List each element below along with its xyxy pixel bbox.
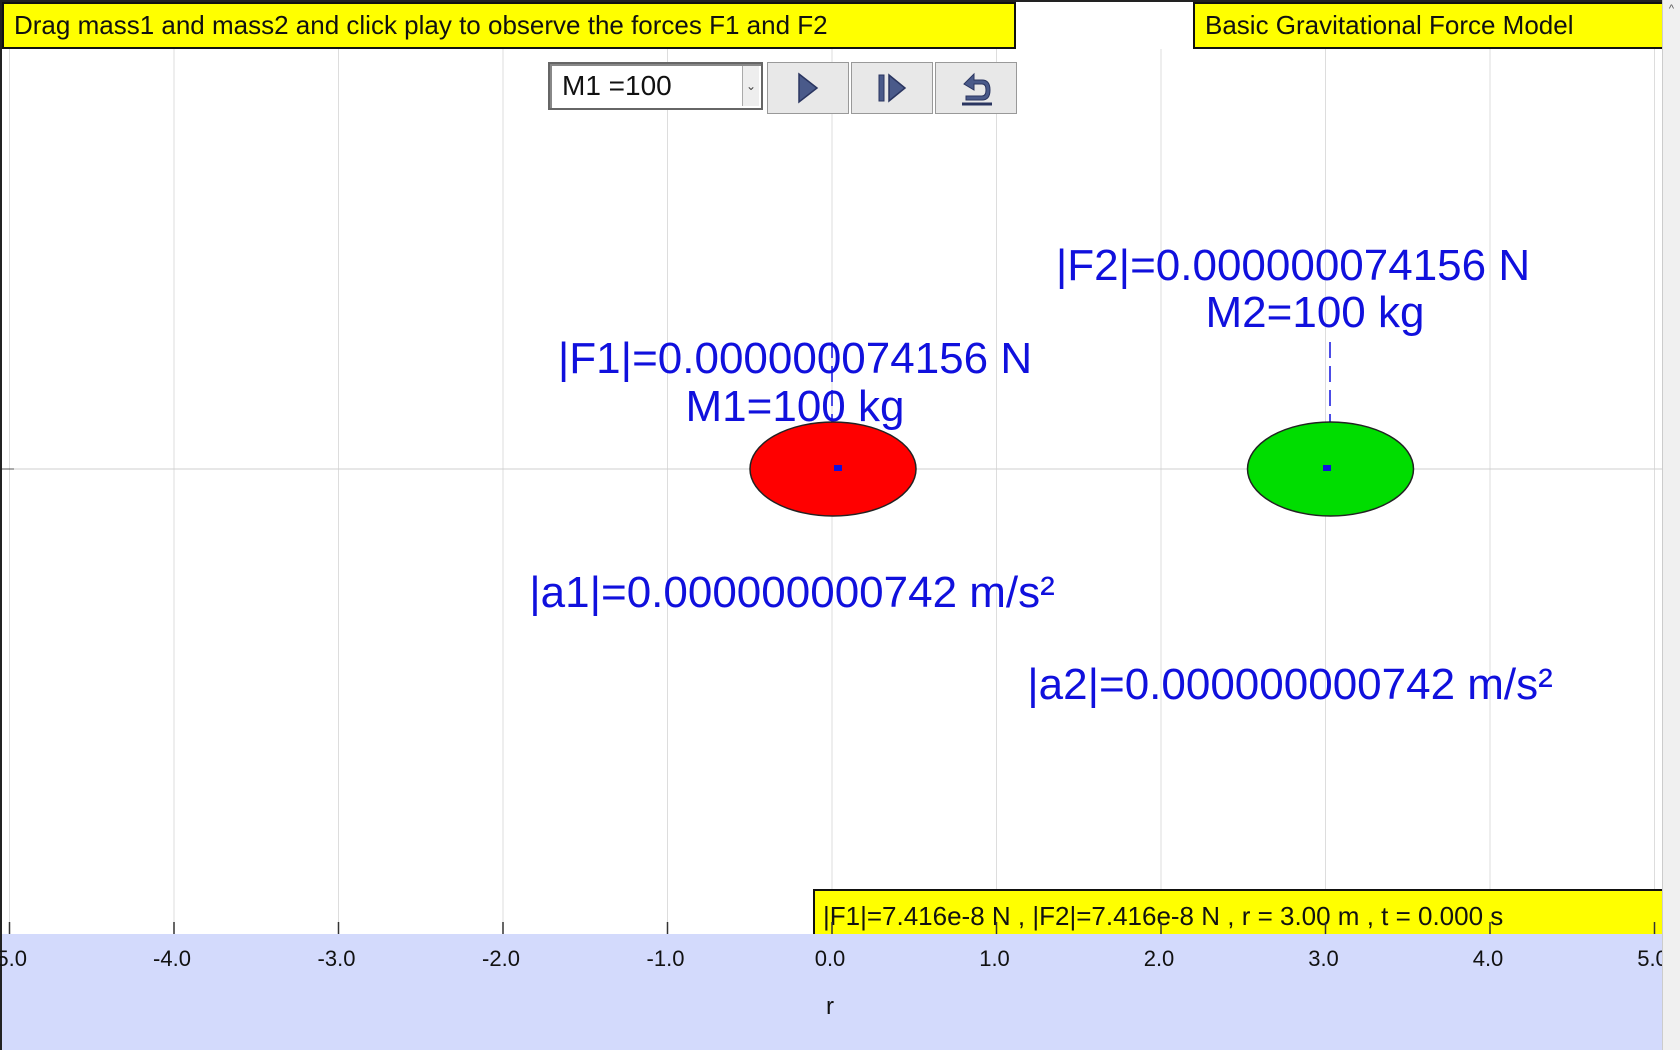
model-title: Basic Gravitational Force Model xyxy=(1193,2,1664,49)
mass1-body[interactable] xyxy=(749,421,917,517)
x-tick-label: -3.0 xyxy=(317,946,356,971)
x-tick-label: 4.0 xyxy=(1472,946,1504,971)
x-tick-label: -1.0 xyxy=(646,946,685,971)
reset-icon xyxy=(962,72,992,106)
mass1-acceleration-label: |a1|=0.000000000742 m/s² xyxy=(529,568,1055,617)
play-button[interactable] xyxy=(767,62,849,114)
x-tick-label: -2.0 xyxy=(482,946,520,971)
mass1-handle xyxy=(834,465,842,471)
mass2-acceleration-label: |a2|=0.000000000742 m/s² xyxy=(1027,660,1553,709)
mass-select-dropdown[interactable]: M1 =100 ⌄ xyxy=(548,62,763,110)
vertical-scrollbar[interactable]: ^ xyxy=(1662,0,1680,1050)
simulation-canvas[interactable]: Drag mass1 and mass2 and click play to o… xyxy=(0,0,1664,937)
x-tick-label: 2.0 xyxy=(1143,946,1175,971)
x-axis-label: r xyxy=(826,993,834,1020)
instruction-banner: Drag mass1 and mass2 and click play to o… xyxy=(2,2,1016,49)
step-forward-icon xyxy=(878,73,907,103)
mass2-force-label: |F2|=0.000000074156 N xyxy=(1055,241,1531,290)
scroll-up-arrow-icon[interactable]: ^ xyxy=(1663,0,1680,18)
reset-button[interactable] xyxy=(935,62,1017,114)
mass1-mass-label: M1=100 kg xyxy=(685,382,905,431)
mass-select-value: M1 =100 xyxy=(562,70,672,101)
play-icon xyxy=(798,72,819,104)
x-tick-label: -5.0 xyxy=(0,946,27,971)
x-tick-label: 0.0 xyxy=(814,946,846,971)
x-tick-label: -4.0 xyxy=(153,946,191,971)
mass2-mass-label: M2=100 kg xyxy=(1205,288,1425,337)
x-tick-label: 1.0 xyxy=(979,946,1010,971)
step-forward-button[interactable] xyxy=(851,62,933,114)
mass1-force-label: |F1|=0.000000074156 N xyxy=(557,334,1033,383)
plot-area xyxy=(2,49,1664,936)
mass2-handle xyxy=(1323,465,1331,471)
x-tick-label: 3.0 xyxy=(1308,946,1339,971)
x-axis-ticks xyxy=(8,922,1656,934)
chevron-down-icon[interactable]: ⌄ xyxy=(742,66,759,106)
